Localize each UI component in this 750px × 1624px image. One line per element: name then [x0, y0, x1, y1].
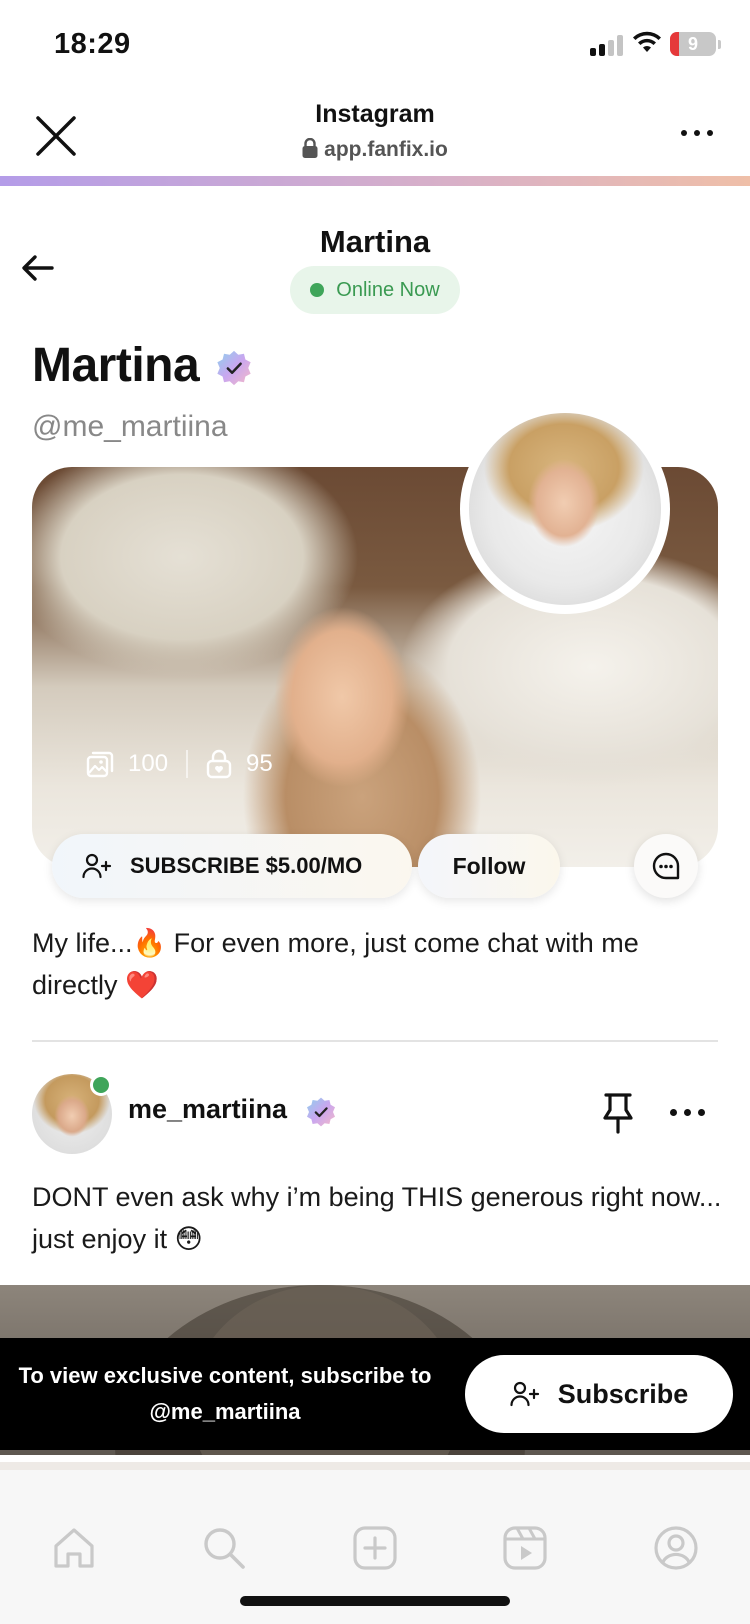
lock-icon [302, 138, 318, 158]
more-options-icon[interactable] [672, 118, 722, 148]
subscribe-button[interactable]: SUBSCRIBE $5.00/MO [52, 834, 412, 898]
online-dot-icon [310, 283, 325, 297]
post-more-options-icon[interactable] [670, 1102, 710, 1122]
add-user-icon [510, 1381, 539, 1407]
banner-subscribe-label: Subscribe [557, 1378, 689, 1409]
battery-icon: 9 [670, 32, 716, 56]
media-count: 100 [128, 750, 169, 777]
subscribe-button-label: SUBSCRIBE $5.00/MO [130, 853, 363, 878]
media-count-stat: 100 [86, 750, 168, 778]
battery-level: 9 [687, 34, 698, 54]
verified-badge-icon [307, 1097, 335, 1127]
profile-handle: @me_martiina [32, 410, 228, 443]
status-bar: 18:29 9 [0, 0, 750, 90]
page-title: Martina [319, 224, 431, 259]
cellular-signal-icon [590, 34, 623, 56]
locked-count: 95 [246, 750, 273, 777]
home-indicator [240, 1596, 510, 1606]
profile-bio: My life...🔥 For even more, just come cha… [32, 928, 639, 1000]
browser-url: app.fanfix.io [0, 138, 750, 162]
create-icon [353, 1526, 397, 1570]
chat-bubble-icon [652, 852, 680, 880]
tab-profile[interactable] [650, 1522, 702, 1574]
browser-title: Instagram [315, 100, 435, 128]
search-icon [204, 1528, 245, 1569]
post-author-username[interactable]: me_martiina [128, 1094, 287, 1125]
locked-count-stat: 95 [206, 749, 273, 779]
profile-avatar[interactable] [460, 404, 670, 614]
add-user-icon [82, 853, 112, 879]
tab-search[interactable] [198, 1522, 250, 1574]
home-icon [54, 1528, 94, 1568]
battery-cap [718, 40, 721, 49]
reels-icon [503, 1526, 547, 1570]
follow-button[interactable]: Follow [418, 834, 560, 898]
images-icon [86, 751, 114, 778]
url-text: app.fanfix.io [324, 138, 448, 161]
tab-home[interactable] [48, 1522, 100, 1574]
page-load-progress [0, 176, 750, 186]
status-time: 18:29 [54, 28, 131, 60]
browser-header: Instagram app.fanfix.io [0, 90, 750, 180]
profile-icon [654, 1526, 698, 1570]
subscribe-banner: To view exclusive content, subscribe to … [0, 1338, 750, 1450]
subscribe-banner-text: To view exclusive content, subscribe to … [18, 1363, 432, 1424]
profile-name: Martina [32, 339, 200, 392]
stats-divider [186, 750, 189, 778]
post-caption: DONT even ask why i’m being THIS generou… [32, 1182, 722, 1254]
locked-content-icon [206, 749, 232, 779]
pin-icon[interactable] [600, 1092, 636, 1134]
chat-button[interactable] [634, 834, 698, 898]
section-divider [32, 1040, 718, 1042]
online-indicator-icon [90, 1074, 112, 1096]
tab-reels[interactable] [499, 1522, 551, 1574]
tab-create[interactable] [349, 1522, 401, 1574]
profile-stats: 100 95 [86, 749, 273, 779]
online-status-badge: Online Now [290, 266, 460, 314]
verified-badge-icon [217, 350, 251, 386]
wifi-icon [633, 31, 661, 52]
banner-subscribe-button[interactable]: Subscribe [465, 1355, 733, 1433]
online-status-label: Online Now [336, 278, 440, 301]
